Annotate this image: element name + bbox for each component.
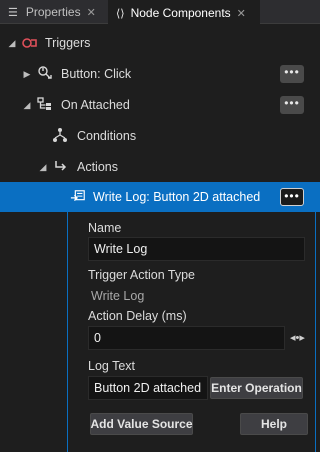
- name-label: Name: [88, 221, 122, 235]
- trigger-action-type-value: Write Log: [91, 289, 145, 303]
- hierarchy-trigger-icon: [37, 96, 53, 112]
- trigger-icon: [22, 35, 38, 51]
- tab-properties[interactable]: ☰ Properties ✕: [8, 0, 108, 24]
- tree-item-label: On Attached: [61, 98, 130, 112]
- tree-item-label: Actions: [77, 160, 118, 174]
- tab-bar: ☰ Properties ✕ ⟨⟩ Node Components ✕: [0, 0, 320, 24]
- list-icon: ☰: [8, 6, 18, 19]
- more-options-button[interactable]: •••: [280, 188, 304, 206]
- caret-down-icon[interactable]: ◢: [22, 100, 32, 110]
- name-field[interactable]: Write Log: [88, 237, 305, 261]
- tree-item-label: Button: Click: [61, 67, 132, 81]
- tab-node-components[interactable]: ⟨⟩ Node Components ✕: [108, 0, 260, 24]
- conditions-icon: [52, 127, 68, 143]
- caret-down-icon[interactable]: ◢: [7, 38, 17, 48]
- close-icon[interactable]: ✕: [87, 6, 96, 19]
- code-brackets-icon: ⟨⟩: [116, 7, 125, 20]
- caret-down-icon[interactable]: ◢: [38, 162, 48, 172]
- trigger-action-type-label: Trigger Action Type: [88, 268, 196, 282]
- tree-item-label: Write Log: Button 2D attached: [93, 190, 261, 204]
- tree-item-on-attached[interactable]: ◢ On Attached •••: [0, 90, 320, 120]
- write-log-icon: [70, 189, 86, 205]
- tree-item-actions[interactable]: ◢ Actions: [0, 152, 320, 182]
- log-text-label: Log Text: [88, 359, 136, 373]
- tree-item-triggers[interactable]: ◢ Triggers: [0, 28, 320, 58]
- tab-properties-label: Properties: [25, 5, 81, 19]
- help-button[interactable]: Help: [240, 413, 308, 435]
- drag-value-arrows-icon[interactable]: ◂•▸: [290, 331, 305, 344]
- more-options-button[interactable]: •••: [280, 65, 304, 83]
- tree-item-conditions[interactable]: Conditions: [0, 121, 320, 151]
- tree-item-write-log-selected[interactable]: Write Log: Button 2D attached •••: [0, 182, 320, 212]
- tab-node-components-label: Node Components: [130, 6, 231, 20]
- action-properties-panel: Name Write Log Trigger Action Type Write…: [67, 212, 316, 452]
- more-options-button[interactable]: •••: [280, 96, 304, 114]
- action-delay-label: Action Delay (ms): [88, 309, 187, 323]
- actions-arrow-icon: [53, 158, 69, 174]
- close-icon[interactable]: ✕: [237, 7, 246, 20]
- tree-item-label: Conditions: [77, 129, 137, 143]
- enter-operation-button[interactable]: Enter Operation: [210, 377, 303, 399]
- add-value-source-button[interactable]: Add Value Source: [90, 413, 193, 435]
- tree-item-button-click[interactable]: ▶ Button: Click •••: [0, 59, 320, 89]
- tree-item-label: Triggers: [45, 36, 91, 50]
- pointer-trigger-icon: [37, 65, 53, 81]
- caret-right-icon[interactable]: ▶: [22, 69, 32, 79]
- action-delay-field[interactable]: 0: [88, 326, 285, 350]
- log-text-field[interactable]: Button 2D attached: [88, 376, 208, 400]
